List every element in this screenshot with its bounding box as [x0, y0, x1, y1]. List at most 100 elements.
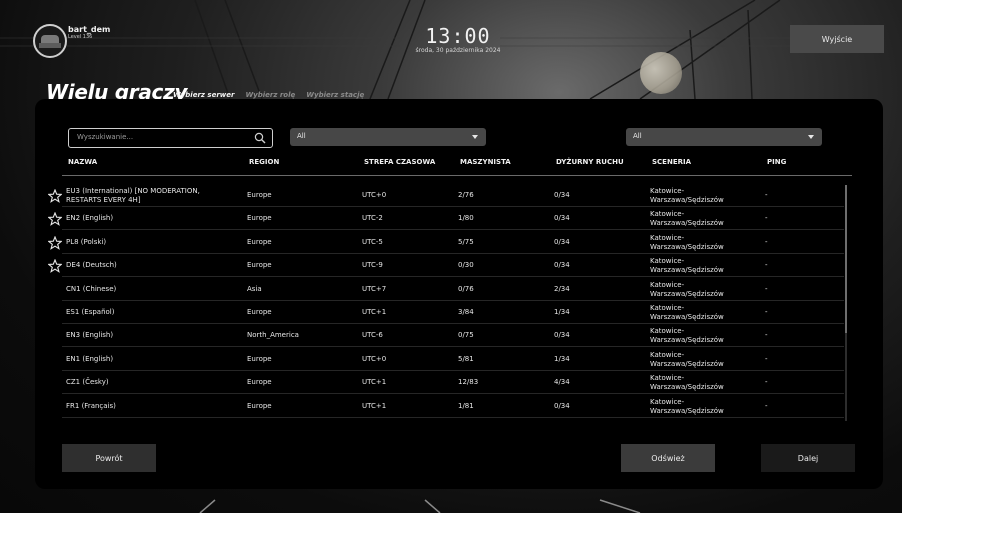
cell-ping: - — [765, 308, 768, 316]
row-divider — [62, 299, 844, 301]
cell-scenery: Katowice- Warszawa/Sędziszów — [650, 257, 724, 275]
search-icon[interactable] — [254, 132, 266, 144]
cell-region: North_America — [247, 331, 299, 340]
cell-ping: - — [765, 401, 768, 410]
back-button[interactable]: Powrót — [62, 444, 156, 472]
scenery-line2: Warszawa/Sędziszów — [650, 313, 724, 321]
cell-dispatcher: 0/34 — [554, 191, 570, 199]
cell-server-name: EN2 (English) — [66, 214, 113, 223]
step-select-station[interactable]: Wybierz stację — [306, 91, 364, 99]
column-header-scenery[interactable]: SCENERIA — [652, 158, 691, 166]
scenery-line1: Katowice- — [650, 350, 685, 359]
cell-timezone: UTC-5 — [362, 237, 383, 246]
table-row[interactable]: PL8 (Polski) Europe UTC-5 5/75 0/34 - Katowice… — [0, 232, 902, 254]
row-divider — [62, 206, 844, 207]
server-name-line1: EU3 (International) [NO MODERATION, — [66, 187, 200, 195]
server-name-line1: ES1 (Español) — [66, 308, 115, 316]
server-name-line1: CZ1 (Česky) — [66, 378, 109, 387]
scrollbar-thumb[interactable] — [845, 185, 847, 333]
step-select-role[interactable]: Wybierz rolę — [245, 91, 295, 99]
cell-ping: - — [765, 214, 768, 223]
scenery-line1: Katowice- — [650, 257, 685, 266]
exit-button[interactable]: Wyjście — [790, 25, 884, 53]
server-name-line1: EN1 (English) — [66, 354, 114, 363]
cell-region: Europe — [247, 237, 272, 246]
cell-ping: - — [765, 284, 768, 293]
table-row[interactable]: ES1 (Español) Europe UTC+1 3/84 1/34 - Katowic… — [0, 302, 902, 324]
cell-ping: - — [765, 191, 768, 199]
server-name-line1: DE4 (Deutsch) — [66, 261, 117, 270]
table-row[interactable]: CN1 (Chinese) Asia UTC+7 0/76 2/34 - Katowice-… — [0, 279, 902, 301]
table-row[interactable]: EN3 (English) North_America UTC-6 0/75 0/34 -… — [0, 325, 902, 348]
avatar[interactable] — [33, 24, 67, 58]
cell-ping: - — [765, 237, 768, 246]
scenery-line1: Katowice- — [650, 210, 685, 219]
cell-dispatcher: 1/34 — [554, 354, 570, 363]
cell-timezone: UTC-6 — [362, 331, 383, 340]
table-row[interactable]: EN2 (English) Europe UTC-2 1/80 0/34 - Katowic… — [0, 208, 902, 231]
cell-server-name: EN1 (English) — [66, 355, 113, 364]
clock-date: środa, 30 października 2024 — [415, 47, 501, 54]
server-name-line2: RESTARTS EVERY 4H] — [66, 196, 141, 204]
cell-region: Europe — [247, 191, 272, 199]
row-divider — [62, 393, 844, 395]
table-row[interactable]: EU3 (International) [NO MODERATION, RESTA… — [0, 185, 902, 207]
star-outline-icon[interactable] — [48, 235, 62, 250]
cell-driver: 12/83 — [458, 378, 479, 387]
cell-driver: 5/75 — [458, 237, 474, 246]
chevron-down-icon — [472, 135, 478, 139]
cell-server-name: ES1 (Español) — [66, 308, 114, 317]
cell-timezone: UTC-9 — [362, 261, 383, 270]
step-select-server[interactable]: Wybierz serwer — [173, 91, 234, 99]
header-divider — [62, 175, 852, 176]
game-screen: bart_dem Level 136 13:00 środa, 30 paźdz… — [0, 0, 902, 513]
step-breadcrumb: Wybierz serwer Wybierz rolę Wybierz stac… — [173, 91, 364, 99]
cell-region: Europe — [247, 214, 272, 223]
chevron-down-icon — [808, 135, 814, 139]
cell-server-name: CZ1 (Česky) — [66, 378, 109, 387]
cell-ping: - — [765, 331, 768, 340]
scenery-line1: Katowice- — [650, 187, 685, 195]
cell-driver: 0/30 — [458, 261, 474, 270]
cell-server-name: PL8 (Polski) — [66, 238, 106, 247]
cell-scenery: Katowice- Warszawa/Sędziszów — [650, 327, 724, 345]
search-input[interactable]: Wyszukiwanie... — [68, 128, 273, 148]
row-divider — [62, 369, 844, 371]
cell-timezone: UTC+0 — [362, 354, 387, 363]
cell-driver: 5/81 — [458, 354, 474, 363]
table-row[interactable]: DE4 (Deutsch) Europe UTC-9 0/30 0/34 - Katowic… — [0, 255, 902, 278]
scenery-filter-value: All — [633, 132, 642, 140]
star-outline-icon[interactable] — [48, 189, 62, 203]
region-filter-dropdown[interactable]: All — [290, 128, 486, 146]
refresh-button[interactable]: Odśwież — [621, 444, 715, 472]
cell-driver: 0/76 — [458, 284, 474, 293]
scenery-filter-dropdown[interactable]: All — [626, 128, 822, 146]
cell-dispatcher: 0/34 — [554, 214, 570, 223]
cell-timezone: UTC+1 — [362, 308, 387, 316]
cell-dispatcher: 0/34 — [554, 261, 570, 270]
next-button[interactable]: Dalej — [761, 444, 855, 472]
server-name-line1: PL8 (Polski) — [66, 237, 107, 246]
cell-scenery: Katowice- Warszawa/Sędziszów — [650, 374, 724, 392]
cell-driver: 0/75 — [458, 331, 474, 340]
star-outline-icon[interactable] — [48, 259, 62, 274]
table-row[interactable]: FR1 (Français) Europe UTC+1 1/81 0/34 - Katowi… — [0, 396, 902, 418]
table-row[interactable]: EN1 (English) Europe UTC+0 5/81 1/34 - Katowic… — [0, 349, 902, 371]
star-outline-icon[interactable] — [48, 212, 62, 227]
cell-dispatcher: 2/34 — [554, 284, 570, 293]
column-header-ping[interactable]: PING — [767, 158, 786, 166]
scenery-line2: Warszawa/Sędziszów — [650, 289, 724, 298]
column-header-region[interactable]: REGION — [249, 158, 279, 166]
clock-time: 13:00 — [425, 24, 491, 48]
table-row[interactable]: CZ1 (Česky) Europe UTC+1 12/83 4/34 - Katowice… — [0, 372, 902, 395]
column-header-dispatcher[interactable]: DYŻURNY RUCHU — [556, 158, 624, 166]
server-name-line1: EN2 (English) — [66, 214, 114, 223]
cell-region: Europe — [247, 354, 272, 363]
cell-ping: - — [765, 378, 768, 387]
column-header-driver[interactable]: MASZYNISTA — [460, 158, 511, 166]
row-divider — [62, 252, 844, 254]
cell-ping: - — [765, 354, 768, 363]
column-header-name[interactable]: NAZWA — [68, 158, 97, 166]
cell-dispatcher: 1/34 — [554, 308, 570, 316]
column-header-timezone[interactable]: STREFA CZASOWA — [364, 158, 435, 166]
